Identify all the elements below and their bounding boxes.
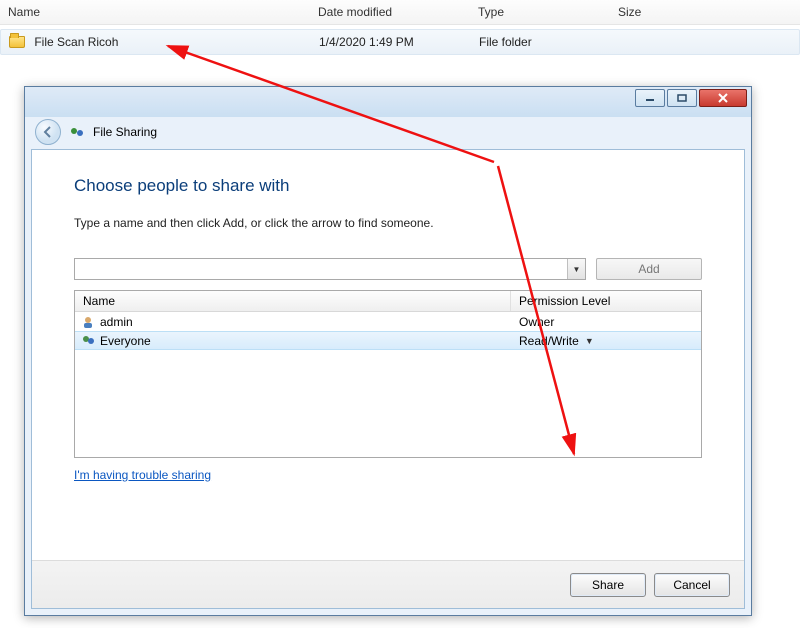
dialog-footer: Share Cancel [32, 560, 744, 608]
folder-icon [9, 36, 25, 48]
minimize-button[interactable] [635, 89, 665, 107]
close-icon [717, 93, 729, 103]
list-row-name: admin [100, 315, 133, 329]
cancel-button[interactable]: Cancel [654, 573, 730, 597]
explorer-column-header: Name Date modified Type Size [0, 0, 800, 25]
file-date: 1/4/2020 1:49 PM [311, 31, 471, 53]
people-combobox[interactable]: ▼ [74, 258, 586, 280]
file-size [611, 38, 731, 46]
user-icon [81, 315, 95, 329]
permission-value: Read/Write [519, 334, 579, 348]
file-name: File Scan Ricoh [34, 35, 118, 49]
column-header-size[interactable]: Size [610, 1, 730, 23]
people-input[interactable] [75, 259, 567, 279]
dialog-title: Choose people to share with [74, 176, 702, 196]
dialog-header: File Sharing [25, 117, 751, 147]
maximize-button[interactable] [667, 89, 697, 107]
permission-cell[interactable]: Read/Write ▼ [511, 334, 701, 348]
chevron-down-icon: ▼ [573, 265, 581, 274]
file-sharing-icon [69, 124, 85, 140]
dialog-header-label: File Sharing [93, 125, 157, 139]
list-row[interactable]: Everyone Read/Write ▼ [75, 331, 701, 350]
permission-value: Owner [519, 315, 554, 329]
add-button[interactable]: Add [596, 258, 702, 280]
list-header-permission[interactable]: Permission Level [511, 291, 701, 311]
dialog-body: Choose people to share with Type a name … [31, 149, 745, 609]
column-header-date[interactable]: Date modified [310, 1, 470, 23]
trouble-sharing-link[interactable]: I'm having trouble sharing [74, 468, 211, 482]
combobox-dropdown-button[interactable]: ▼ [567, 259, 585, 279]
close-button[interactable] [699, 89, 747, 107]
back-button[interactable] [35, 119, 61, 145]
back-arrow-icon [41, 125, 55, 139]
minimize-icon [645, 94, 655, 102]
file-sharing-dialog: File Sharing Choose people to share with… [24, 86, 752, 616]
titlebar[interactable] [25, 87, 751, 117]
column-header-type[interactable]: Type [470, 1, 610, 23]
list-header-name[interactable]: Name [75, 291, 511, 311]
maximize-icon [677, 94, 687, 102]
explorer-row-file-scan-ricoh[interactable]: File Scan Ricoh 1/4/2020 1:49 PM File fo… [0, 29, 800, 55]
list-row-name: Everyone [100, 334, 151, 348]
list-row[interactable]: admin Owner [75, 312, 701, 331]
share-button[interactable]: Share [570, 573, 646, 597]
permission-cell: Owner [511, 315, 701, 329]
column-header-name[interactable]: Name [0, 1, 310, 23]
share-list: Name Permission Level admin Owner Everyone… [74, 290, 702, 458]
group-icon [81, 334, 95, 348]
file-type: File folder [471, 31, 611, 53]
chevron-down-icon: ▼ [585, 336, 594, 346]
dialog-subtitle: Type a name and then click Add, or click… [74, 216, 702, 230]
